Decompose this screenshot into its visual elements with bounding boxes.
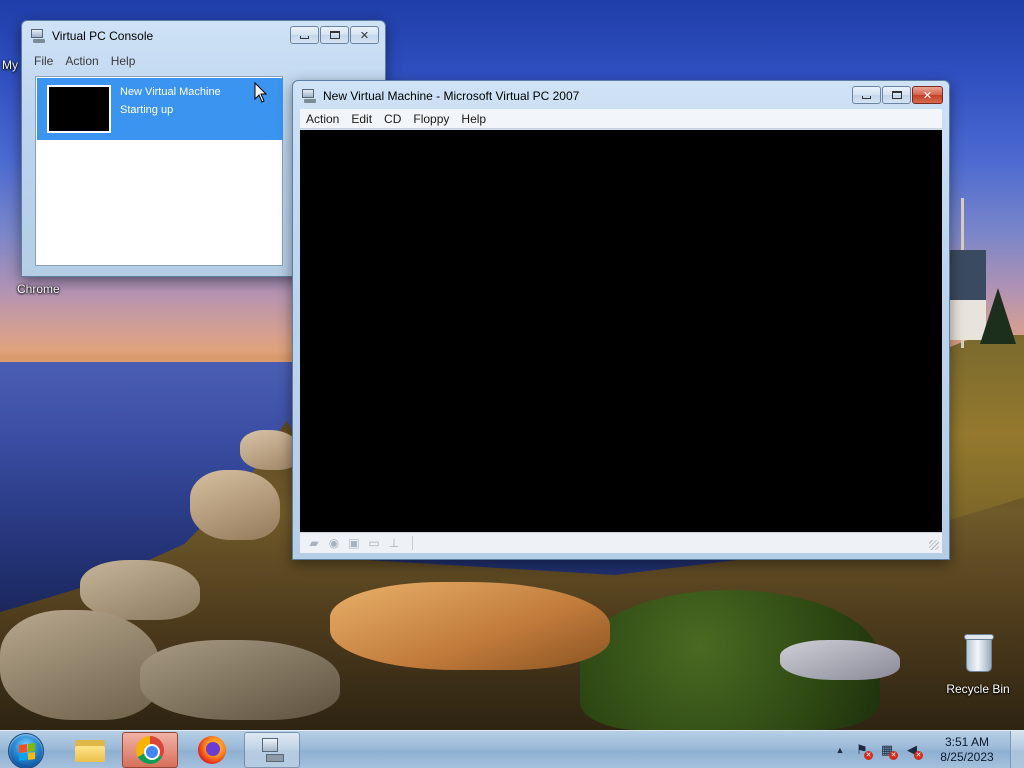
start-button[interactable] <box>8 733 44 768</box>
taskbar-firefox-button[interactable] <box>184 732 240 768</box>
wallpaper-rock <box>780 640 900 680</box>
vm-thumbnail <box>47 85 111 133</box>
close-icon: ✕ <box>922 89 933 102</box>
vm-menubar: Action Edit CD Floppy Help <box>300 109 942 129</box>
vm-maximize-button[interactable] <box>882 86 911 104</box>
status-separator <box>412 536 413 550</box>
taskbar-chrome-button[interactable] <box>122 732 178 768</box>
maximize-icon <box>891 91 902 99</box>
console-close-button[interactable]: ✕ <box>350 26 379 44</box>
console-window-controls: ✕ <box>290 26 379 44</box>
hard-disk-icon[interactable]: ▰ <box>306 536 322 550</box>
virtual-pc-icon <box>30 28 46 44</box>
vm-name: New Virtual Machine <box>120 86 221 98</box>
volume-muted-icon[interactable]: ◀ ✕ <box>903 741 923 760</box>
vm-list-item[interactable]: New Virtual Machine Starting up <box>37 78 283 140</box>
desktop-icon-computer-label[interactable]: My <box>2 58 18 72</box>
wallpaper-rock <box>240 430 300 470</box>
wallpaper-boulder <box>330 582 610 670</box>
desktop-icon-recycle-bin[interactable]: Recycle Bin <box>946 632 1010 696</box>
floppy-icon[interactable]: ▣ <box>346 536 362 550</box>
recycle-bin-icon <box>962 632 994 674</box>
menu-file[interactable]: File <box>28 52 59 70</box>
console-minimize-button[interactable] <box>290 26 319 44</box>
menu-action[interactable]: Action <box>59 52 104 70</box>
recycle-bin-label: Recycle Bin <box>946 682 1010 696</box>
shared-folder-icon[interactable]: ▭ <box>366 536 382 550</box>
taskbar: ▲ ⚑ ✕ ▦ ✕ ◀ ✕ 3:51 AM 8/25/2023 <box>0 730 1024 768</box>
menu-help[interactable]: Help <box>105 52 142 70</box>
console-maximize-button[interactable] <box>320 26 349 44</box>
console-title: Virtual PC Console <box>52 29 154 43</box>
show-desktop-button[interactable] <box>1010 731 1024 768</box>
wallpaper-house-roof <box>950 250 986 300</box>
virtual-pc-icon <box>301 88 317 104</box>
vm-window-title: New Virtual Machine - Microsoft Virtual … <box>323 89 580 103</box>
clock[interactable]: 3:51 AM 8/25/2023 <box>928 735 1006 765</box>
vm-list: New Virtual Machine Starting up <box>35 76 283 266</box>
network-icon[interactable]: ⊥ <box>386 536 402 550</box>
taskbar-virtual-pc-button[interactable] <box>244 732 300 768</box>
vm-status: Starting up <box>120 104 174 116</box>
minimize-icon <box>300 36 309 39</box>
menu-action[interactable]: Action <box>300 110 345 128</box>
chrome-icon <box>136 736 164 764</box>
console-menubar: File Action Help <box>28 51 379 71</box>
desktop-icon-chrome-label[interactable]: Chrome <box>17 282 60 296</box>
mouse-cursor-icon <box>254 82 268 103</box>
vm-status-bar: ▰ ◉ ▣ ▭ ⊥ <box>300 532 942 553</box>
wallpaper-rock <box>0 610 160 720</box>
resize-grip[interactable] <box>929 540 939 550</box>
vm-window-controls: ✕ <box>852 86 943 104</box>
folder-icon <box>75 738 105 762</box>
minimize-icon <box>862 96 871 99</box>
vm-titlebar[interactable]: New Virtual Machine - Microsoft Virtual … <box>293 81 949 111</box>
menu-help[interactable]: Help <box>455 110 492 128</box>
action-center-icon[interactable]: ⚑ ✕ <box>853 741 873 760</box>
system-tray: ▲ ⚑ ✕ ▦ ✕ ◀ ✕ 3:51 AM 8/25/2023 <box>833 731 1024 768</box>
wallpaper-rock <box>140 640 340 720</box>
menu-edit[interactable]: Edit <box>345 110 378 128</box>
virtual-machine-window[interactable]: New Virtual Machine - Microsoft Virtual … <box>292 80 950 560</box>
menu-floppy[interactable]: Floppy <box>407 110 455 128</box>
vm-close-button[interactable]: ✕ <box>912 86 943 104</box>
taskbar-explorer-button[interactable] <box>62 732 118 768</box>
show-hidden-icons-button[interactable]: ▲ <box>833 745 847 755</box>
firefox-icon <box>198 736 226 764</box>
clock-date: 8/25/2023 <box>940 750 994 764</box>
cd-icon[interactable]: ◉ <box>326 536 342 550</box>
menu-cd[interactable]: CD <box>378 110 407 128</box>
virtual-pc-icon <box>258 736 286 764</box>
windows-logo-icon <box>19 743 35 761</box>
maximize-icon <box>329 31 340 39</box>
network-icon[interactable]: ▦ ✕ <box>878 741 898 760</box>
vm-minimize-button[interactable] <box>852 86 881 104</box>
wallpaper-rock <box>190 470 280 540</box>
clock-time: 3:51 AM <box>944 735 990 749</box>
vm-display[interactable] <box>300 130 942 532</box>
close-icon: ✕ <box>359 29 370 42</box>
